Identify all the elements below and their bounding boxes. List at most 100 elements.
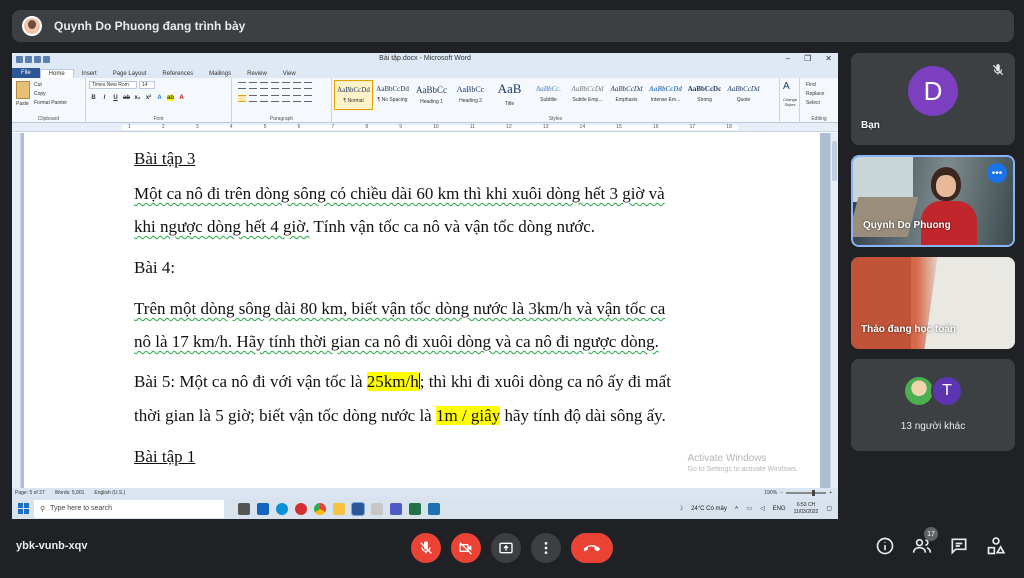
participant-tile-presenter[interactable]: ••• Quynh Do Phuong — [851, 155, 1015, 247]
app-icon-blue[interactable] — [428, 502, 440, 515]
tab-file[interactable]: File — [12, 68, 40, 78]
people-button[interactable]: 17 — [912, 527, 938, 556]
format-painter-button[interactable]: Format Painter — [34, 99, 67, 108]
chrome-icon[interactable] — [314, 502, 326, 515]
app-icon[interactable] — [371, 502, 383, 515]
text-effects-button[interactable]: A — [156, 95, 163, 101]
store-icon[interactable] — [257, 502, 269, 515]
strikethrough-button[interactable]: ab — [123, 95, 130, 101]
volume-icon[interactable]: ◁ — [760, 505, 765, 512]
multilevel-list-button[interactable] — [260, 82, 268, 89]
tab-mailings[interactable]: Mailings — [201, 70, 239, 78]
style-subtitle[interactable]: AaBbCc. Subtitle — [529, 80, 568, 110]
language-tray[interactable]: ENG — [773, 506, 786, 512]
style-subtle-emphasis[interactable]: AaBbCcDd Subtle Emp... — [568, 80, 607, 110]
subscript-button[interactable]: x₂ — [134, 95, 141, 101]
bold-button[interactable]: B — [90, 95, 97, 101]
style-quote[interactable]: AaBbCcDd Quote — [724, 80, 763, 110]
replace-button[interactable]: Replace — [806, 90, 824, 99]
select-button[interactable]: Select — [806, 99, 824, 108]
tab-page-layout[interactable]: Page Layout — [105, 70, 155, 78]
tab-home[interactable]: Home — [39, 69, 74, 78]
activities-button[interactable] — [986, 536, 1006, 556]
zoom-out-icon[interactable]: − — [780, 490, 783, 496]
participant-tile-thao[interactable]: Thảo đang học toán — [851, 257, 1015, 349]
change-styles-button[interactable]: Change Styles — [781, 97, 799, 107]
align-center-button[interactable] — [249, 95, 257, 102]
edge-icon[interactable] — [276, 502, 288, 515]
sort-button[interactable] — [293, 82, 301, 89]
participant-tile-others[interactable]: T 13 người khác — [851, 359, 1015, 451]
document-page[interactable]: Bài tập 3 Một ca nô đi trên dòng sông có… — [24, 133, 820, 489]
taskbar-search[interactable]: ⚲ Type here to search — [34, 499, 224, 518]
italic-button[interactable]: I — [101, 95, 108, 101]
increase-indent-button[interactable] — [282, 82, 290, 89]
page-count[interactable]: Page: 5 of 27 — [15, 490, 45, 496]
maximize-icon[interactable]: ❐ — [804, 54, 811, 63]
network-icon[interactable]: ▭ — [746, 505, 752, 512]
highlight-button[interactable]: ab — [167, 95, 174, 101]
shading-button[interactable] — [293, 95, 301, 102]
bullets-button[interactable] — [238, 82, 246, 89]
participant-tile-you[interactable]: D Bạn — [851, 53, 1015, 145]
mic-toggle-button[interactable] — [411, 533, 441, 563]
copy-button[interactable]: Copy — [34, 90, 67, 99]
task-view-icon[interactable] — [238, 502, 250, 515]
align-right-button[interactable] — [260, 95, 268, 102]
style-intense-emphasis[interactable]: AaBbCcDd Intense Em... — [646, 80, 685, 110]
tab-references[interactable]: References — [154, 70, 201, 78]
weather-text[interactable]: 24°C Có mây — [691, 506, 727, 512]
font-size-select[interactable]: 14 — [139, 81, 155, 89]
style-strong[interactable]: AaBbCcDc Strong — [685, 80, 724, 110]
find-button[interactable]: Find — [806, 81, 824, 90]
tab-view[interactable]: View — [275, 70, 304, 78]
word-icon[interactable] — [351, 501, 365, 516]
underline-button[interactable]: U — [112, 95, 119, 101]
file-explorer-icon[interactable] — [333, 502, 345, 515]
notification-icon[interactable]: ▢ — [826, 505, 832, 512]
start-button[interactable] — [12, 498, 34, 519]
borders-button[interactable] — [304, 95, 312, 102]
language-indicator[interactable]: English (U.S.) — [94, 490, 125, 496]
tab-insert[interactable]: Insert — [74, 70, 105, 78]
more-options-icon[interactable]: ••• — [987, 163, 1007, 183]
meeting-details-button[interactable] — [875, 536, 895, 556]
cut-button[interactable]: Cut — [34, 81, 67, 90]
leave-call-button[interactable] — [571, 533, 613, 563]
superscript-button[interactable]: x² — [145, 95, 152, 101]
teams-icon[interactable] — [390, 502, 402, 515]
show-marks-button[interactable] — [304, 82, 312, 89]
change-styles-icon[interactable]: A — [783, 81, 790, 92]
tab-review[interactable]: Review — [239, 70, 275, 78]
present-button[interactable] — [491, 533, 521, 563]
close-icon[interactable]: ✕ — [825, 54, 832, 63]
style-heading-1[interactable]: AaBbCc Heading 1 — [412, 80, 451, 110]
camera-toggle-button[interactable] — [451, 533, 481, 563]
style-title[interactable]: AaB Title — [490, 80, 529, 110]
paste-icon[interactable] — [16, 81, 30, 99]
font-name-select[interactable]: Times New Rom — [89, 81, 137, 89]
media-app-icon[interactable] — [295, 502, 307, 515]
style-emphasis[interactable]: AaBbCcDd Emphasis — [607, 80, 646, 110]
more-options-button[interactable] — [531, 533, 561, 563]
vertical-scrollbar[interactable] — [830, 133, 838, 489]
decrease-indent-button[interactable] — [271, 82, 279, 89]
justify-button[interactable] — [271, 95, 279, 102]
paste-button[interactable]: Paste — [16, 101, 29, 107]
align-left-button[interactable] — [238, 95, 246, 102]
chat-button[interactable] — [949, 536, 969, 556]
numbering-button[interactable] — [249, 82, 257, 89]
style-no-spacing[interactable]: AaBbCcDd ¶ No Spacing — [373, 80, 412, 110]
minimize-icon[interactable]: – — [786, 54, 790, 63]
style-heading-2[interactable]: AaBbCc Heading 2 — [451, 80, 490, 110]
zoom-level[interactable]: 190% — [764, 490, 777, 496]
taskbar-clock[interactable]: 6:53 CH 11/03/2022 — [794, 502, 819, 516]
zoom-slider[interactable] — [786, 490, 827, 496]
line-spacing-button[interactable] — [282, 95, 290, 102]
horizontal-ruler[interactable]: 1 2 3 4 5 6 7 8 9 10 11 12 13 14 15 16 17 18 — [12, 123, 838, 132]
style-normal[interactable]: AaBbCcDd ¶ Normal — [334, 80, 373, 110]
tray-chevron-icon[interactable]: ˄ — [735, 506, 739, 512]
excel-icon[interactable] — [409, 502, 421, 515]
word-count[interactable]: Words: 5,901 — [55, 490, 85, 496]
zoom-in-icon[interactable]: + — [829, 490, 832, 496]
